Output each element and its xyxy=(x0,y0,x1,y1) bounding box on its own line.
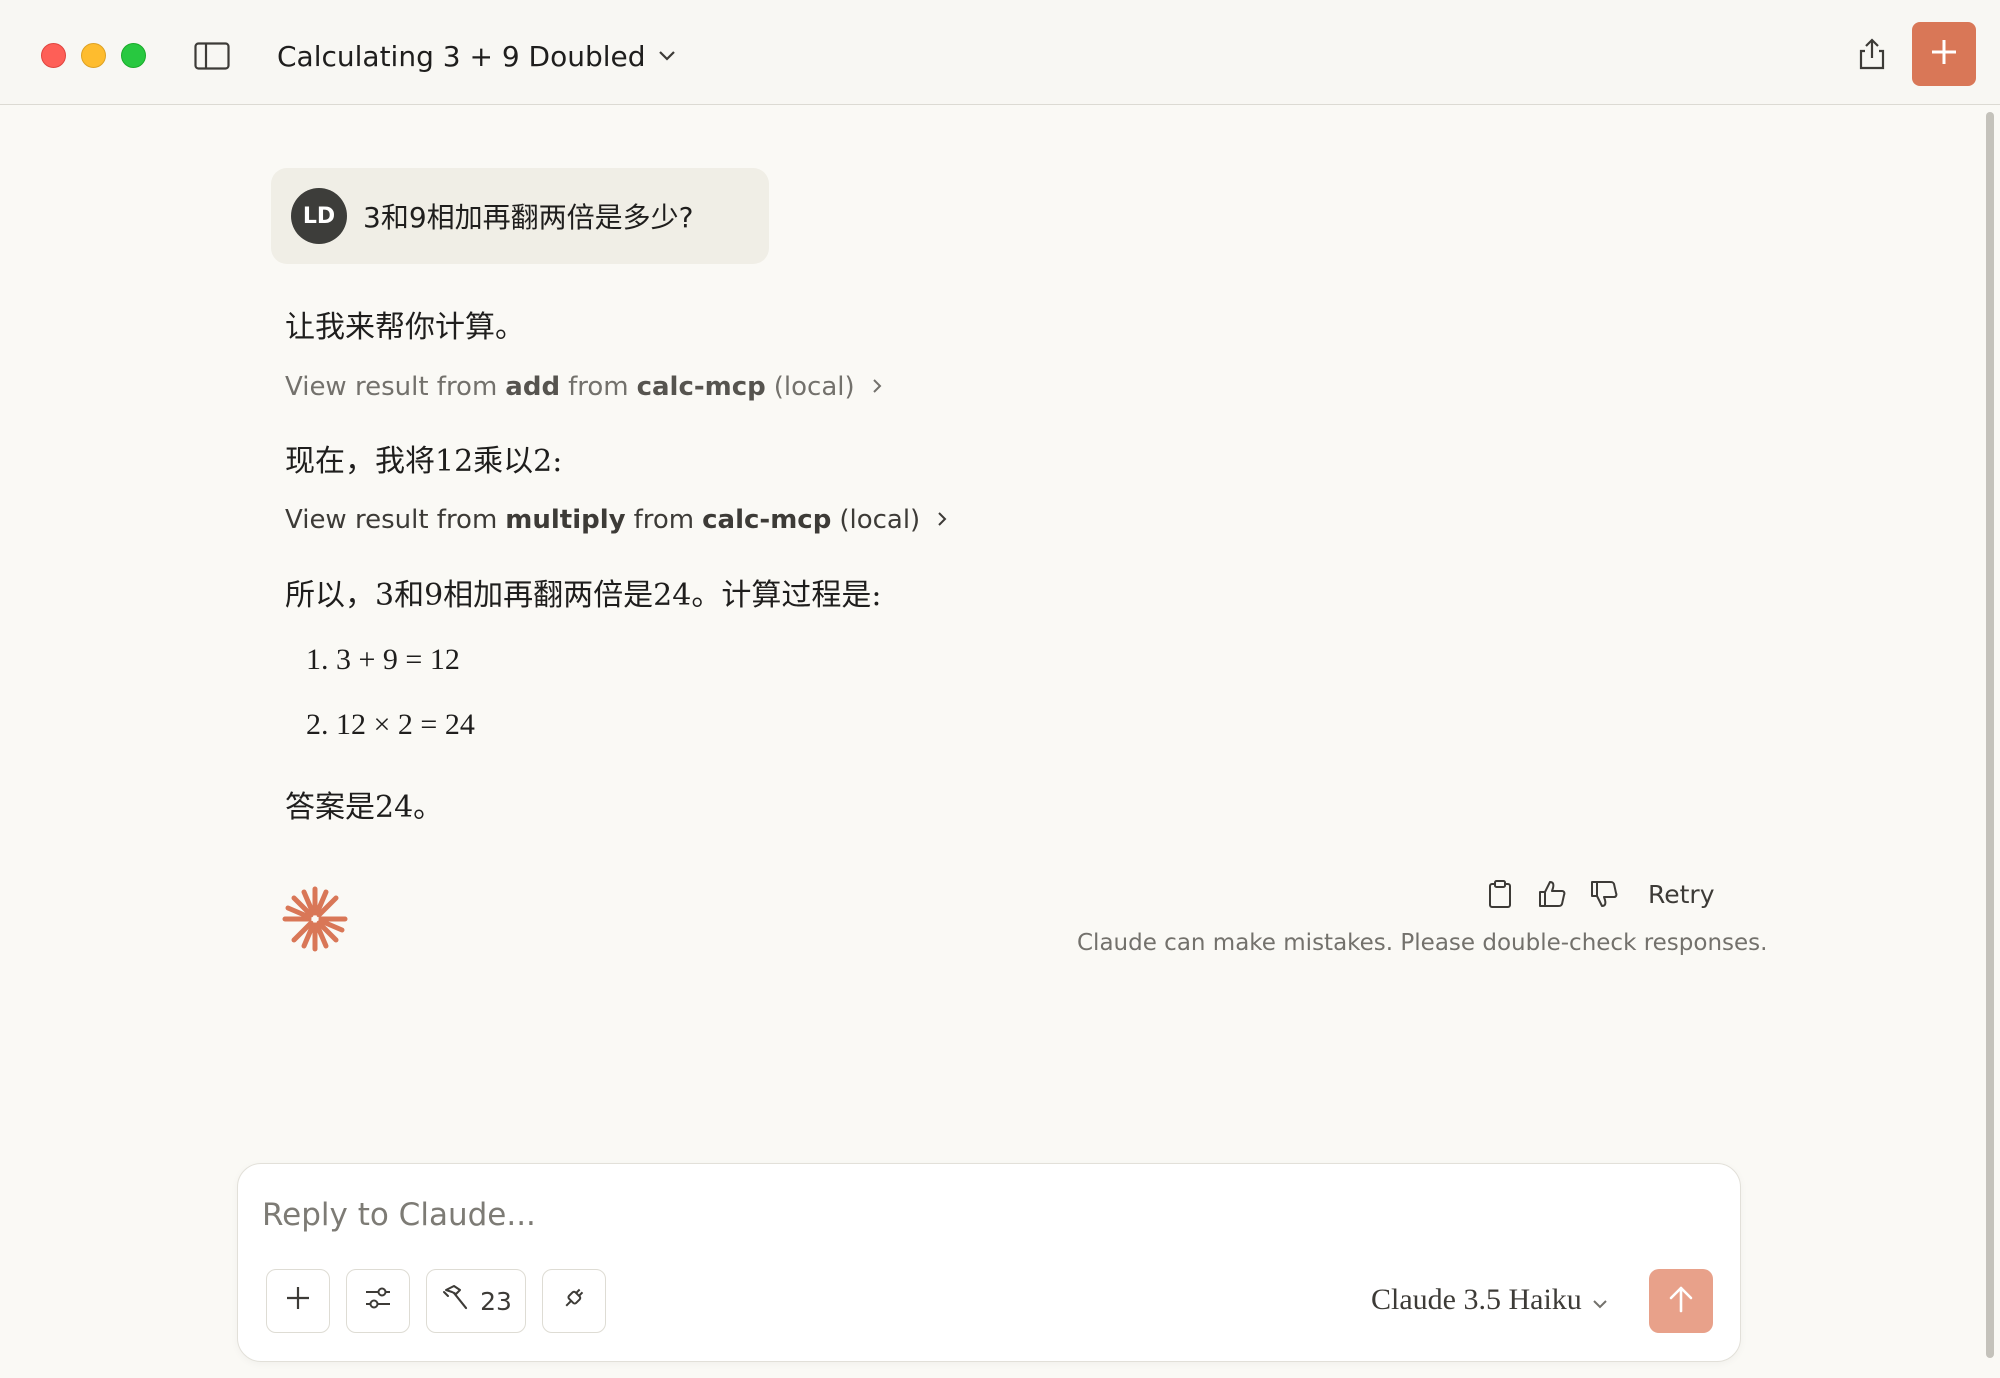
integrations-button[interactable] xyxy=(542,1269,606,1333)
tool-result-from: from xyxy=(568,372,629,402)
add-attachment-button[interactable] xyxy=(266,1269,330,1333)
tools-count: 23 xyxy=(480,1286,512,1316)
title-bar: Calculating 3 + 9 Doubled xyxy=(0,0,2000,105)
chevron-right-icon xyxy=(871,372,883,402)
model-label: Claude 3.5 Haiku xyxy=(1371,1283,1582,1316)
tool-result-prefix: View result from xyxy=(285,372,498,402)
disclaimer-text: Claude can make mistakes. Please double-… xyxy=(1077,930,1768,956)
thumbs-down-icon[interactable] xyxy=(1586,876,1622,912)
conversation-title-dropdown[interactable]: Calculating 3 + 9 Doubled xyxy=(277,36,676,76)
avatar: LD xyxy=(291,188,347,244)
user-message: LD 3和9相加再翻两倍是多少? xyxy=(271,168,769,264)
tool-server: calc-mcp xyxy=(702,505,832,535)
settings-sliders-button[interactable] xyxy=(346,1269,410,1333)
chevron-right-icon xyxy=(936,505,948,535)
assistant-summary: 所以，3和9相加再翻两倍是24。计算过程是: xyxy=(285,578,882,613)
hammer-icon xyxy=(440,1284,470,1318)
copy-icon[interactable] xyxy=(1482,876,1518,912)
tool-result-multiply[interactable]: View result from multiply from calc-mcp … xyxy=(285,505,948,535)
arrow-up-icon xyxy=(1667,1284,1695,1318)
tool-result-suffix: (local) xyxy=(839,505,921,535)
sidebar-toggle-icon[interactable] xyxy=(194,42,230,70)
tool-name: add xyxy=(505,372,561,402)
send-button[interactable] xyxy=(1649,1269,1713,1333)
model-selector[interactable]: Claude 3.5 Haiku xyxy=(1371,1280,1608,1320)
zoom-window-button[interactable] xyxy=(121,43,146,68)
tool-name: multiply xyxy=(505,505,626,535)
plus-icon xyxy=(285,1285,311,1317)
chevron-down-icon xyxy=(658,47,676,66)
conversation-title: Calculating 3 + 9 Doubled xyxy=(277,39,646,73)
reply-input[interactable] xyxy=(260,1192,1564,1238)
tool-result-add[interactable]: View result from add from calc-mcp (loca… xyxy=(285,372,883,402)
retry-button[interactable]: Retry xyxy=(1648,880,1715,909)
tool-result-prefix: View result from xyxy=(285,505,498,535)
tool-result-from: from xyxy=(633,505,695,535)
tool-result-suffix: (local) xyxy=(773,372,855,402)
sliders-icon xyxy=(364,1285,392,1317)
assistant-step-text: 现在，我将12乘以2: xyxy=(285,444,563,479)
share-icon[interactable] xyxy=(1856,36,1888,72)
composer: 23 Claude 3.5 Haiku xyxy=(237,1163,1741,1362)
scrollbar-thumb[interactable] xyxy=(1986,112,1994,1358)
assistant-answer: 答案是24。 xyxy=(285,790,444,825)
plus-icon xyxy=(1929,37,1959,71)
chevron-down-icon xyxy=(1592,1283,1608,1317)
app-window: Calculating 3 + 9 Doubled LD 3和9相加再翻两倍是多… xyxy=(0,0,2000,1378)
new-chat-button[interactable] xyxy=(1912,22,1976,86)
tools-button[interactable]: 23 xyxy=(426,1269,526,1333)
user-message-text: 3和9相加再翻两倍是多少? xyxy=(363,201,694,234)
close-window-button[interactable] xyxy=(41,43,66,68)
list-item: 2. 12 × 2 = 24 xyxy=(306,708,475,741)
plug-icon xyxy=(560,1284,588,1318)
claude-spark-icon xyxy=(280,884,350,954)
minimize-window-button[interactable] xyxy=(81,43,106,68)
thumbs-up-icon[interactable] xyxy=(1534,876,1570,912)
assistant-intro: 让我来帮你计算。 xyxy=(285,310,525,345)
tool-server: calc-mcp xyxy=(636,372,766,402)
list-item: 1. 3 + 9 = 12 xyxy=(306,643,460,676)
